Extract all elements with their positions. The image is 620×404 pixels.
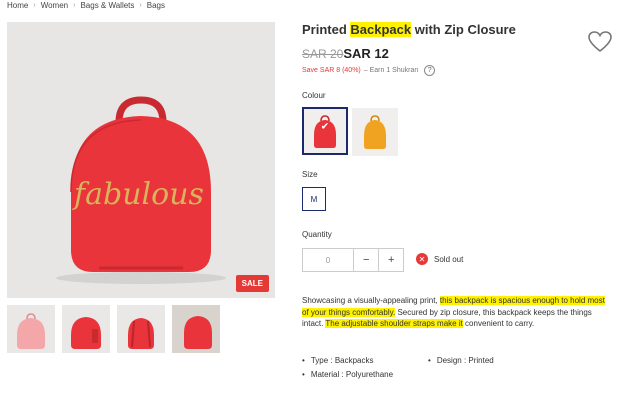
savings-text: Save SAR 8 (40%)	[302, 67, 361, 74]
title-prefix: Printed	[302, 22, 351, 37]
thumbnail-strip	[7, 305, 220, 353]
title-suffix: with Zip Closure	[411, 22, 516, 37]
breadcrumb-separator-icon: ›	[73, 2, 76, 9]
quantity-stepper: 0 − +	[302, 248, 404, 272]
spec-material: Material : Polyurethane	[302, 370, 428, 379]
breadcrumb-separator-icon: ›	[139, 2, 142, 9]
spec-design: Design : Printed	[428, 356, 578, 365]
backpack-print-text: fabulous	[72, 177, 204, 212]
product-specs: Type : Backpacks Design : Printed Materi…	[302, 356, 602, 379]
breadcrumb-separator-icon: ›	[33, 2, 36, 9]
spec-type: Type : Backpacks	[302, 356, 428, 365]
question-icon[interactable]: ?	[424, 65, 436, 76]
price-row: SAR 20 SAR 12	[302, 46, 389, 61]
original-price: SAR 20	[302, 47, 344, 61]
description-text: convenient to carry.	[462, 319, 535, 328]
sale-price: SAR 12	[343, 46, 389, 61]
shukran-earn-text: – Earn 1 Shukran	[363, 67, 419, 74]
increment-button[interactable]: +	[378, 249, 403, 271]
colour-swatch-yellow[interactable]	[352, 108, 398, 156]
breadcrumb: Home › Women › Bags & Wallets › Bags	[7, 1, 165, 10]
sale-badge: SALE	[235, 275, 269, 292]
title-highlight: Backpack	[350, 22, 412, 37]
main-product-image[interactable]: fabulous SALE	[7, 22, 275, 298]
description-highlight: The adjustable shoulder straps make it	[325, 319, 463, 328]
thumbnail-red-backpack-worn[interactable]	[172, 305, 220, 353]
thumbnail-red-backpack-back[interactable]	[117, 305, 165, 353]
red-backpack-image: fabulous	[56, 96, 226, 284]
product-description: Showcasing a visually-appealing print, t…	[302, 295, 612, 330]
wishlist-button[interactable]	[587, 30, 613, 54]
close-circle-icon: ✕	[416, 253, 428, 265]
breadcrumb-bags[interactable]: Bags	[147, 1, 165, 10]
savings-row: Save SAR 8 (40%) – Earn 1 Shukran ?	[302, 65, 436, 76]
description-text: Showcasing a visually-appealing print,	[302, 296, 440, 305]
colour-label: Colour	[302, 91, 326, 100]
stock-status: ✕ Sold out	[416, 253, 463, 265]
thumbnail-pink-backpack[interactable]	[7, 305, 55, 353]
size-label: Size	[302, 170, 318, 179]
breadcrumb-bags-wallets[interactable]: Bags & Wallets	[80, 1, 134, 10]
quantity-label: Quantity	[302, 230, 332, 239]
thumbnail-red-backpack-side[interactable]	[62, 305, 110, 353]
heart-icon	[588, 31, 612, 53]
breadcrumb-home[interactable]: Home	[7, 1, 28, 10]
size-option-m[interactable]: M	[302, 187, 326, 211]
quantity-input[interactable]: 0	[303, 249, 354, 271]
selected-check-icon: ✔	[320, 121, 330, 133]
product-title: Printed Backpack with Zip Closure	[302, 22, 516, 37]
breadcrumb-women[interactable]: Women	[41, 1, 68, 10]
decrement-button[interactable]: −	[354, 249, 379, 271]
sold-out-text: Sold out	[434, 254, 464, 264]
colour-swatch-red[interactable]: ✔	[302, 107, 348, 155]
